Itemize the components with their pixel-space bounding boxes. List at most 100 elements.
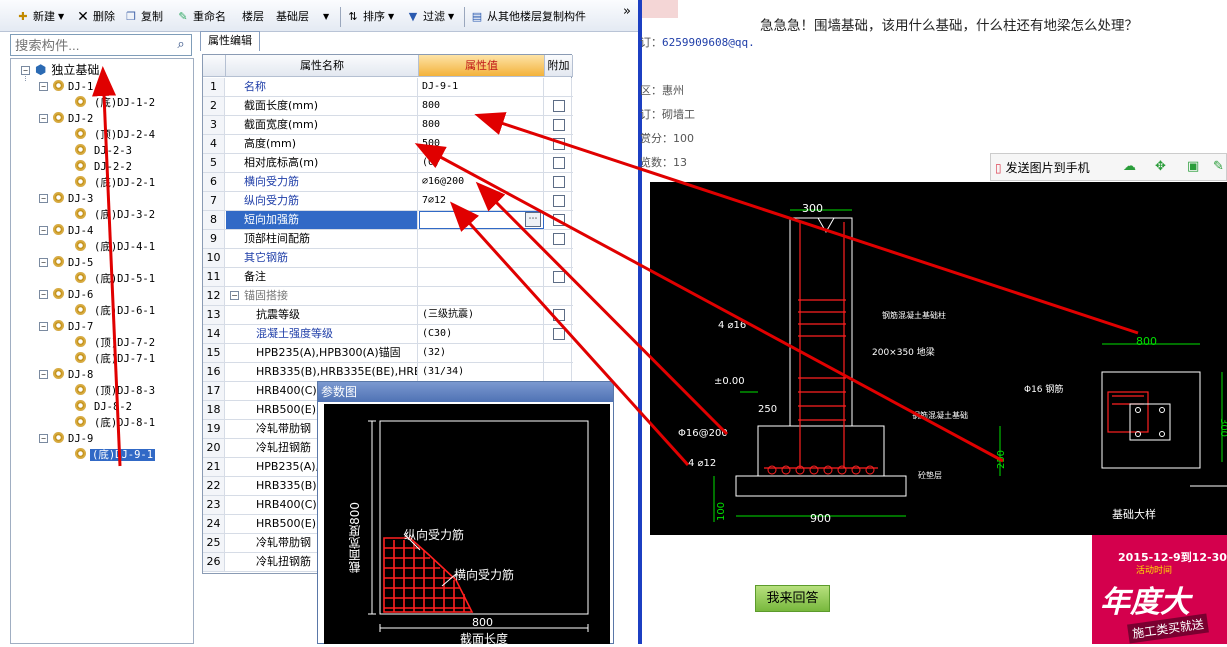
property-row[interactable]: 10 其它钢筋 bbox=[203, 249, 573, 268]
property-row[interactable]: 12 锚固搭接 − bbox=[203, 287, 573, 306]
property-row[interactable]: 7 纵向受力筋 7⌀12 bbox=[203, 192, 573, 211]
tree-leaf-item[interactable]: (底)DJ-9-1 bbox=[75, 447, 156, 463]
tree-group-item[interactable]: − DJ-7 bbox=[39, 319, 93, 335]
filter-button[interactable]: ▼ 过滤 ▼ bbox=[406, 8, 454, 26]
tree-group-item[interactable]: − DJ-3 bbox=[39, 191, 93, 207]
delete-button[interactable]: ✕ 删除 bbox=[76, 8, 115, 26]
property-value[interactable]: ⌀16@200 bbox=[419, 173, 544, 191]
property-value[interactable]: 7⌀12 bbox=[419, 192, 544, 210]
collapse-icon[interactable]: − bbox=[39, 82, 48, 91]
property-value[interactable] bbox=[419, 249, 544, 267]
property-value[interactable]: (31/34) bbox=[419, 363, 544, 381]
extra-checkbox[interactable] bbox=[553, 176, 565, 188]
tree-leaf-item[interactable]: (底)DJ-8-1 bbox=[75, 415, 155, 431]
tree-leaf-item[interactable]: (顶)DJ-8-3 bbox=[75, 383, 155, 399]
tab-property-edit[interactable]: 属性编辑 bbox=[200, 31, 260, 51]
tree-leaf-item[interactable]: (顶)DJ-7-2 bbox=[75, 335, 155, 351]
property-value[interactable]: 500 bbox=[419, 135, 544, 153]
property-row[interactable]: 3 截面宽度(mm) 800 bbox=[203, 116, 573, 135]
tree-leaf-item[interactable]: (底)DJ-6-1 bbox=[75, 303, 155, 319]
tree-group-item[interactable]: − DJ-6 bbox=[39, 287, 93, 303]
property-value[interactable]: 800 bbox=[419, 116, 544, 134]
reference-svg bbox=[368, 420, 589, 632]
property-value[interactable]: 800 bbox=[419, 97, 544, 115]
property-value[interactable]: DJ-9-1 bbox=[419, 78, 544, 96]
tree-leaf-item[interactable]: (底)DJ-5-1 bbox=[75, 271, 155, 287]
fullscreen-icon[interactable]: ✥ bbox=[1155, 159, 1166, 174]
tree-root[interactable]: − ⬢ 独立基础 bbox=[19, 62, 99, 78]
cloud-icon[interactable]: ☁ bbox=[1123, 159, 1136, 174]
tree-group-item[interactable]: − DJ-4 bbox=[39, 223, 93, 239]
property-value[interactable]: (C30) bbox=[419, 325, 544, 343]
tree-leaf-item[interactable]: (顶)DJ-2-4 bbox=[75, 127, 155, 143]
extra-checkbox[interactable] bbox=[553, 328, 565, 340]
extra-checkbox[interactable] bbox=[553, 138, 565, 150]
property-value[interactable] bbox=[419, 268, 544, 286]
collapse-icon[interactable]: − bbox=[39, 114, 48, 123]
property-row[interactable]: 2 截面长度(mm) 800 bbox=[203, 97, 573, 116]
save-icon[interactable]: ▣ bbox=[1187, 159, 1199, 174]
collapse-icon[interactable]: − bbox=[39, 322, 48, 331]
property-row[interactable]: 14 混凝土强度等级 (C30) bbox=[203, 325, 573, 344]
property-value[interactable] bbox=[419, 287, 544, 305]
search-input[interactable] bbox=[10, 34, 192, 56]
property-row[interactable]: 16 HRB335(B),HRB335E(BE),HRBF (31/34) bbox=[203, 363, 573, 382]
tree-leaf-item[interactable]: DJ-2-3 bbox=[75, 143, 132, 159]
tree-group-item[interactable]: − DJ-5 bbox=[39, 255, 93, 271]
tree-group-item[interactable]: − DJ-2 bbox=[39, 111, 93, 127]
tree-leaf-item[interactable]: DJ-8-2 bbox=[75, 399, 132, 415]
more-button[interactable]: » bbox=[623, 3, 631, 21]
copy-icon: ❐ bbox=[126, 10, 136, 23]
extra-checkbox[interactable] bbox=[553, 271, 565, 283]
extra-checkbox[interactable] bbox=[553, 157, 565, 169]
extra-checkbox[interactable] bbox=[553, 119, 565, 131]
tree-leaf-item[interactable]: (底)DJ-7-1 bbox=[75, 351, 155, 367]
collapse-icon[interactable]: − bbox=[39, 370, 48, 379]
extra-checkbox[interactable] bbox=[553, 233, 565, 245]
property-value[interactable] bbox=[419, 230, 544, 248]
tree-leaf-item[interactable]: (底)DJ-1-2 bbox=[75, 95, 155, 111]
property-row[interactable]: 1 名称 DJ-9-1 bbox=[203, 78, 573, 97]
collapse-icon[interactable]: − bbox=[39, 194, 48, 203]
collapse-icon[interactable]: − bbox=[39, 434, 48, 443]
collapse-icon[interactable]: − bbox=[39, 226, 48, 235]
collapse-icon[interactable]: − bbox=[21, 66, 30, 75]
property-value[interactable]: (0) bbox=[419, 154, 544, 172]
rename-button[interactable]: ✎ 重命名 bbox=[176, 8, 226, 26]
extra-checkbox[interactable] bbox=[553, 100, 565, 112]
extra-checkbox[interactable] bbox=[553, 214, 565, 226]
collapse-icon[interactable]: − bbox=[39, 258, 48, 267]
collapse-icon[interactable]: − bbox=[230, 291, 239, 300]
property-row[interactable]: 4 高度(mm) 500 bbox=[203, 135, 573, 154]
search-icon[interactable]: ⌕ bbox=[172, 36, 190, 54]
property-value[interactable]: (32) bbox=[419, 344, 544, 362]
new-button[interactable]: ✚ 新建 ▼ bbox=[16, 8, 64, 26]
tree-group-item[interactable]: − DJ-1 bbox=[39, 79, 93, 95]
property-value[interactable]: (三级抗震) bbox=[419, 306, 544, 324]
property-row[interactable]: 13 抗震等级 (三级抗震) bbox=[203, 306, 573, 325]
tree-group-item[interactable]: − DJ-8 bbox=[39, 367, 93, 383]
extra-checkbox[interactable] bbox=[553, 309, 565, 321]
copy-button[interactable]: ❐ 复制 bbox=[124, 8, 163, 26]
extra-checkbox[interactable] bbox=[553, 195, 565, 207]
tree-leaf-item[interactable]: DJ-2-2 bbox=[75, 159, 132, 175]
collapse-icon[interactable]: − bbox=[39, 290, 48, 299]
tree-leaf-item[interactable]: (底)DJ-3-2 bbox=[75, 207, 155, 223]
property-row[interactable]: 6 横向受力筋 ⌀16@200 bbox=[203, 173, 573, 192]
property-row[interactable]: 11 备注 bbox=[203, 268, 573, 287]
ad-banner[interactable]: 2015-12-9到12-30 活动时间 年度大 施工类买就送 bbox=[1092, 535, 1227, 644]
send-to-phone-button[interactable]: ▯ 发送图片到手机 bbox=[995, 159, 1090, 176]
floor-select[interactable]: 基础层 ▼ bbox=[276, 8, 329, 26]
property-row[interactable]: 5 相对底标高(m) (0) bbox=[203, 154, 573, 173]
property-row[interactable]: 9 顶部柱间配筋 bbox=[203, 230, 573, 249]
answer-button[interactable]: 我来回答 bbox=[755, 585, 830, 612]
property-row[interactable]: 15 HPB235(A),HPB300(A)锚固 (32) bbox=[203, 344, 573, 363]
ellipsis-button[interactable]: ⋯ bbox=[525, 212, 541, 227]
sort-button[interactable]: ⇅ 排序 ▼ bbox=[346, 8, 394, 26]
tree-leaf-item[interactable]: (底)DJ-4-1 bbox=[75, 239, 155, 255]
property-row[interactable]: 8 短向加强筋 ⋯ bbox=[203, 211, 573, 230]
tree-leaf-item[interactable]: (底)DJ-2-1 bbox=[75, 175, 155, 191]
copy-from-floor-button[interactable]: ▤ 从其他楼层复制构件 bbox=[470, 8, 586, 26]
edit-icon[interactable]: ✎ bbox=[1213, 159, 1224, 174]
tree-group-item[interactable]: − DJ-9 bbox=[39, 431, 93, 447]
